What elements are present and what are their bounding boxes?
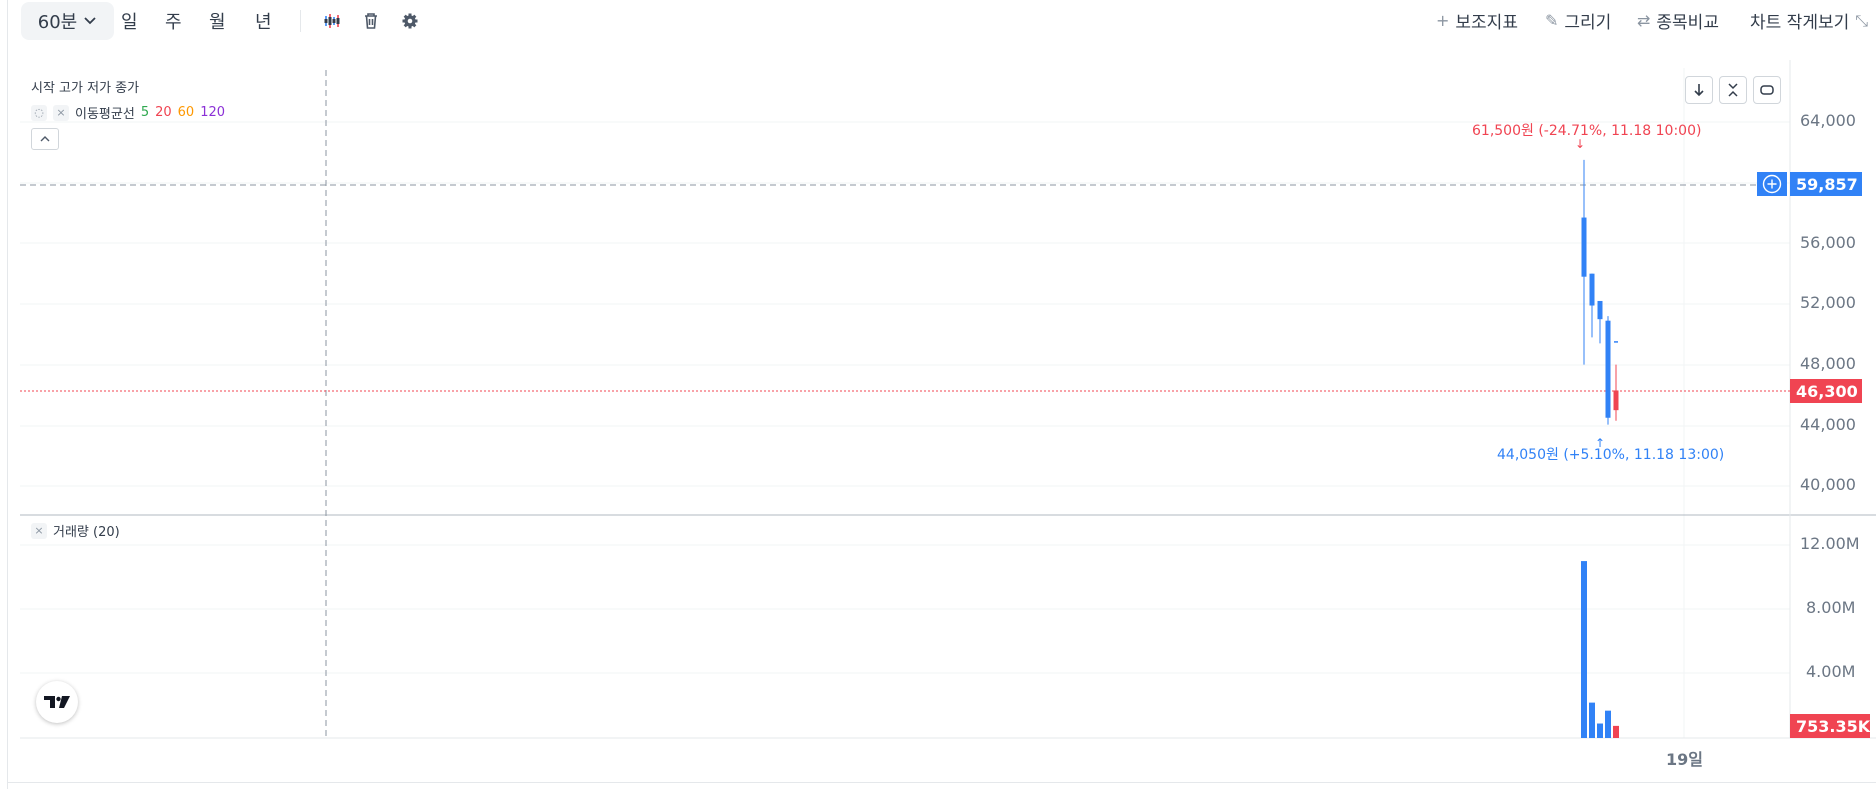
- candle-body[interactable]: [1605, 320, 1611, 418]
- last-price-tag: 46,300: [1790, 379, 1862, 403]
- window-bottom-edge: [8, 782, 1876, 789]
- reset-chart-button[interactable]: [1753, 76, 1781, 104]
- chart-canvas[interactable]: 64,000 56,000 52,000 48,000 44,000 40,00…: [0, 0, 1876, 789]
- high-price-annotation: 61,500원 (-24.71%, 11.18 10:00): [1472, 123, 1702, 139]
- plus-circle-icon: [1762, 174, 1782, 194]
- candle-series: [1581, 159, 1619, 425]
- add-alert-button[interactable]: [1757, 172, 1787, 196]
- volume-bar[interactable]: [1589, 702, 1595, 738]
- ma-legend-name: 이동평균선: [75, 107, 135, 122]
- tradingview-logo-icon: [44, 696, 70, 708]
- price-tick: 44,000: [1800, 415, 1856, 434]
- chart-window: 60분 일 주 월 년 + 보조지표 ✎ 그리기 ⇄ 종목비교 차트 작게보기 …: [0, 0, 1876, 789]
- price-tick: 56,000: [1800, 233, 1856, 252]
- x-axis-date-label: 19일: [1666, 750, 1703, 769]
- legend-collapse-button[interactable]: [31, 128, 59, 150]
- volume-bar[interactable]: [1605, 710, 1611, 738]
- ma-period-5: 5: [140, 105, 150, 120]
- volume-legend-label: 거래량 (20): [53, 525, 120, 540]
- ma-period-20: 20: [155, 105, 172, 120]
- price-tick: 48,000: [1800, 354, 1856, 373]
- close-icon[interactable]: ×: [31, 522, 47, 539]
- candle-body[interactable]: [1613, 390, 1619, 411]
- tradingview-logo[interactable]: [36, 681, 78, 723]
- close-icon[interactable]: ×: [53, 104, 69, 121]
- ohlc-legend: 시작 고가 저가 종가: [31, 81, 140, 96]
- volume-tick: 4.00M: [1806, 662, 1855, 681]
- candle-body[interactable]: [1581, 217, 1587, 277]
- ma-legend: ◌ × 이동평균선 5 20 60 120: [31, 103, 225, 122]
- volume-bar[interactable]: [1581, 561, 1587, 738]
- price-tick: 64,000: [1800, 111, 1856, 130]
- price-tick: 40,000: [1800, 475, 1856, 494]
- volume-bar[interactable]: [1613, 725, 1619, 738]
- eye-off-icon[interactable]: ◌: [31, 104, 47, 121]
- volume-tick: 12.00M: [1800, 534, 1860, 553]
- volume-legend: × 거래량 (20): [31, 521, 120, 540]
- volume-last-tag: 753.35K: [1790, 714, 1870, 738]
- volume-series: [1581, 561, 1619, 738]
- fit-chart-button[interactable]: [1719, 76, 1747, 104]
- candle-body[interactable]: [1597, 300, 1603, 320]
- low-price-annotation: 44,050원 (+5.10%, 11.18 13:00): [1497, 447, 1725, 463]
- ma-period-120: 120: [200, 105, 226, 120]
- fit-icon: [1728, 83, 1738, 97]
- volume-tick: 8.00M: [1806, 598, 1855, 617]
- price-grid: [20, 68, 1790, 738]
- price-tick: 52,000: [1800, 293, 1856, 312]
- reset-icon: [1760, 85, 1774, 95]
- scroll-to-latest-button[interactable]: [1685, 76, 1713, 104]
- candle-body[interactable]: [1589, 273, 1595, 306]
- ma-period-60: 60: [177, 105, 195, 120]
- arrow-down-icon: [1694, 84, 1704, 97]
- chevron-up-icon: [40, 136, 50, 142]
- crosshair-price-tag: 59,857: [1790, 172, 1862, 196]
- volume-bar[interactable]: [1597, 723, 1603, 738]
- volume-grid: [20, 544, 1790, 674]
